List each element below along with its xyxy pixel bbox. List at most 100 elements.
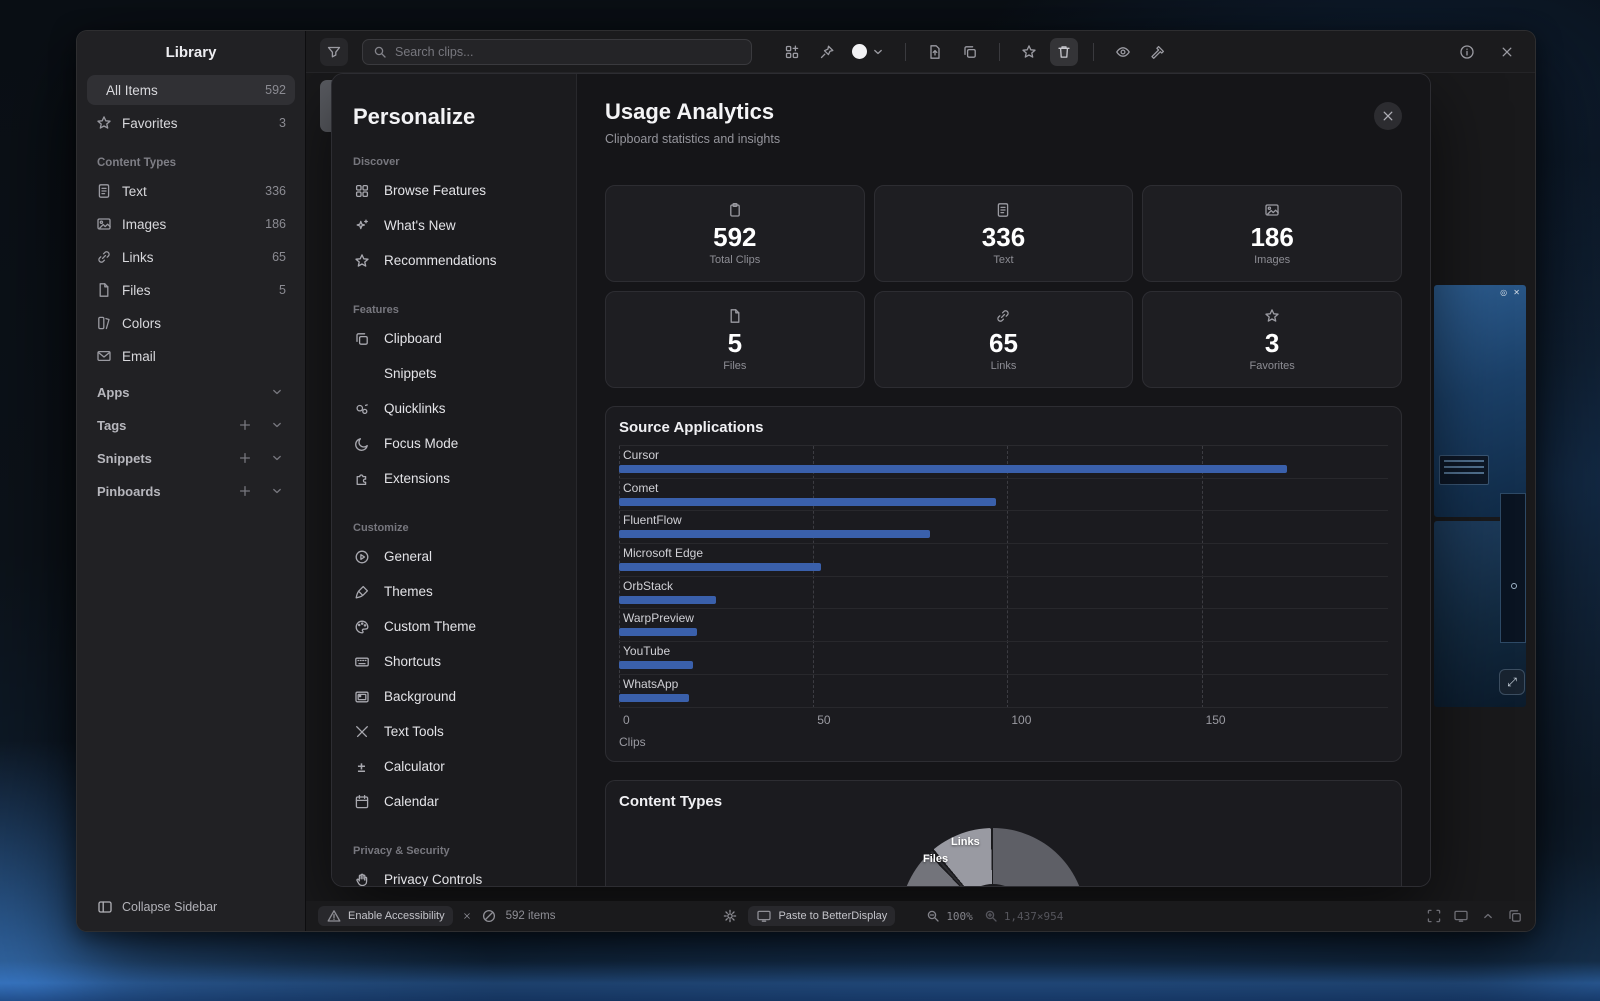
personalize-item-text-tools[interactable]: Text Tools: [353, 714, 562, 749]
clip-thumbnail-screenshot[interactable]: ◎ ✕: [1434, 285, 1526, 517]
personalize-item-shortcuts[interactable]: Shortcuts: [353, 644, 562, 679]
chevron-down-icon[interactable]: [269, 384, 285, 400]
copy-icon[interactable]: [1507, 908, 1523, 924]
image-icon: [96, 216, 112, 232]
sidebar-group-pinboards[interactable]: Pinboards: [87, 479, 295, 503]
copy-button[interactable]: [956, 38, 984, 66]
stat-value: 5: [728, 329, 742, 357]
export-file-button[interactable]: [921, 38, 949, 66]
gear-icon[interactable]: [722, 908, 738, 924]
personalize-item-background[interactable]: Background: [353, 679, 562, 714]
bar-row-warppreview: WarpPreview: [619, 609, 1388, 642]
sidebar-panel-icon: [97, 899, 113, 915]
personalize-item-calculator[interactable]: ± Calculator: [353, 749, 562, 784]
zoom-level-control[interactable]: 100%: [925, 908, 973, 924]
link-icon: [995, 308, 1011, 324]
star-icon: [353, 253, 370, 269]
display-icon: [756, 908, 772, 924]
eye-icon: [1115, 44, 1131, 60]
section-header-customize: Customize: [353, 522, 562, 534]
pin-button[interactable]: [813, 38, 841, 66]
preview-button[interactable]: [1109, 38, 1137, 66]
clipboard-icon: [727, 202, 743, 218]
search-field[interactable]: [362, 39, 752, 65]
scan-icon[interactable]: [1426, 908, 1442, 924]
pin-icon: [819, 44, 835, 60]
analytics-title: Usage Analytics: [605, 98, 1402, 126]
modal-close-button[interactable]: [1374, 102, 1402, 130]
personalize-title: Personalize: [353, 104, 562, 130]
star-icon: [96, 115, 112, 131]
hand-icon: [353, 872, 370, 888]
sidebar-item-links[interactable]: Links 65: [87, 242, 295, 272]
paste-target-button[interactable]: Paste to BetterDisplay: [748, 906, 895, 926]
trash-button[interactable]: [1050, 38, 1078, 66]
sidebar-item-text[interactable]: Text 336: [87, 176, 295, 206]
personalize-item-extensions[interactable]: Extensions: [353, 461, 562, 496]
sparkles-icon: [353, 218, 370, 234]
sidebar-item-favorites[interactable]: Favorites 3: [87, 108, 295, 138]
zoom-in-icon[interactable]: [983, 908, 999, 924]
settings-modal: Personalize Discover Browse Features Wha…: [331, 73, 1431, 887]
expand-thumbnail-button[interactable]: ⤢: [1499, 669, 1525, 695]
personalize-item-quicklinks[interactable]: Quicklinks: [353, 391, 562, 426]
desktop-background: Library All Items 592 Favorites 3 Conten…: [0, 0, 1600, 1001]
bar: [619, 465, 1287, 473]
palette-icon: [353, 619, 370, 635]
personalize-item-general[interactable]: General: [353, 539, 562, 574]
envelope-icon: [96, 348, 112, 364]
sidebar-group-apps[interactable]: Apps: [87, 380, 295, 404]
display-icon[interactable]: [1453, 908, 1469, 924]
add-icon[interactable]: [237, 450, 253, 466]
enable-accessibility-button[interactable]: Enable Accessibility: [318, 906, 453, 926]
dismiss-icon[interactable]: [462, 908, 472, 924]
window-close-button[interactable]: [1493, 38, 1521, 66]
sidebar-item-colors[interactable]: Colors: [87, 308, 295, 338]
link-icon: [96, 249, 112, 265]
info-button[interactable]: [1453, 38, 1481, 66]
tools-button[interactable]: [1144, 38, 1172, 66]
chevron-down-icon[interactable]: [269, 417, 285, 433]
section-header-discover: Discover: [353, 156, 562, 168]
general-icon: [353, 549, 370, 565]
stat-card-text: 336 Text: [874, 185, 1134, 282]
collapse-sidebar-button[interactable]: Collapse Sidebar: [85, 893, 229, 921]
filter-funnel-button[interactable]: [320, 38, 348, 66]
personalize-item-browse-features[interactable]: Browse Features: [353, 173, 562, 208]
sidebar-group-tags[interactable]: Tags: [87, 413, 295, 437]
chevron-down-icon[interactable]: [269, 483, 285, 499]
trash-icon: [1056, 44, 1072, 60]
add-icon[interactable]: [237, 417, 253, 433]
personalize-item-clipboard[interactable]: Clipboard: [353, 321, 562, 356]
sidebar-item-files[interactable]: Files 5: [87, 275, 295, 305]
personalize-item-recommendations[interactable]: Recommendations: [353, 243, 562, 278]
zoom-out-icon[interactable]: [925, 908, 941, 924]
bar: [619, 694, 689, 702]
grid-add-button[interactable]: [778, 38, 806, 66]
toolbar-divider: [999, 43, 1000, 61]
item-count: 65: [272, 250, 286, 264]
sidebar-item-email[interactable]: Email: [87, 341, 295, 371]
search-input[interactable]: [395, 45, 742, 59]
personalize-item-whats-new[interactable]: What's New: [353, 208, 562, 243]
sidebar-group-snippets[interactable]: Snippets: [87, 446, 295, 470]
personalize-item-focus-mode[interactable]: Focus Mode: [353, 426, 562, 461]
personalize-item-privacy-controls[interactable]: Privacy Controls: [353, 862, 562, 887]
personalize-item-snippets[interactable]: Snippets: [353, 356, 562, 391]
sidebar-item-all-items[interactable]: All Items 592: [87, 75, 295, 105]
puzzle-icon: [353, 471, 370, 487]
source-applications-title: Source Applications: [619, 419, 1388, 436]
personalize-item-custom-theme[interactable]: Custom Theme: [353, 609, 562, 644]
sidebar-item-images[interactable]: Images 186: [87, 209, 295, 239]
file-icon: [727, 308, 743, 324]
chevron-down-icon[interactable]: [269, 450, 285, 466]
bar-row-whatsapp: WhatsApp: [619, 675, 1388, 708]
personalize-item-calendar[interactable]: Calendar: [353, 784, 562, 819]
image-icon: [1264, 202, 1280, 218]
stat-value: 336: [982, 223, 1025, 251]
chevron-up-icon[interactable]: [1480, 908, 1496, 924]
personalize-item-themes[interactable]: Themes: [353, 574, 562, 609]
color-filter-button[interactable]: [848, 44, 890, 60]
add-icon[interactable]: [237, 483, 253, 499]
favorite-button[interactable]: [1015, 38, 1043, 66]
